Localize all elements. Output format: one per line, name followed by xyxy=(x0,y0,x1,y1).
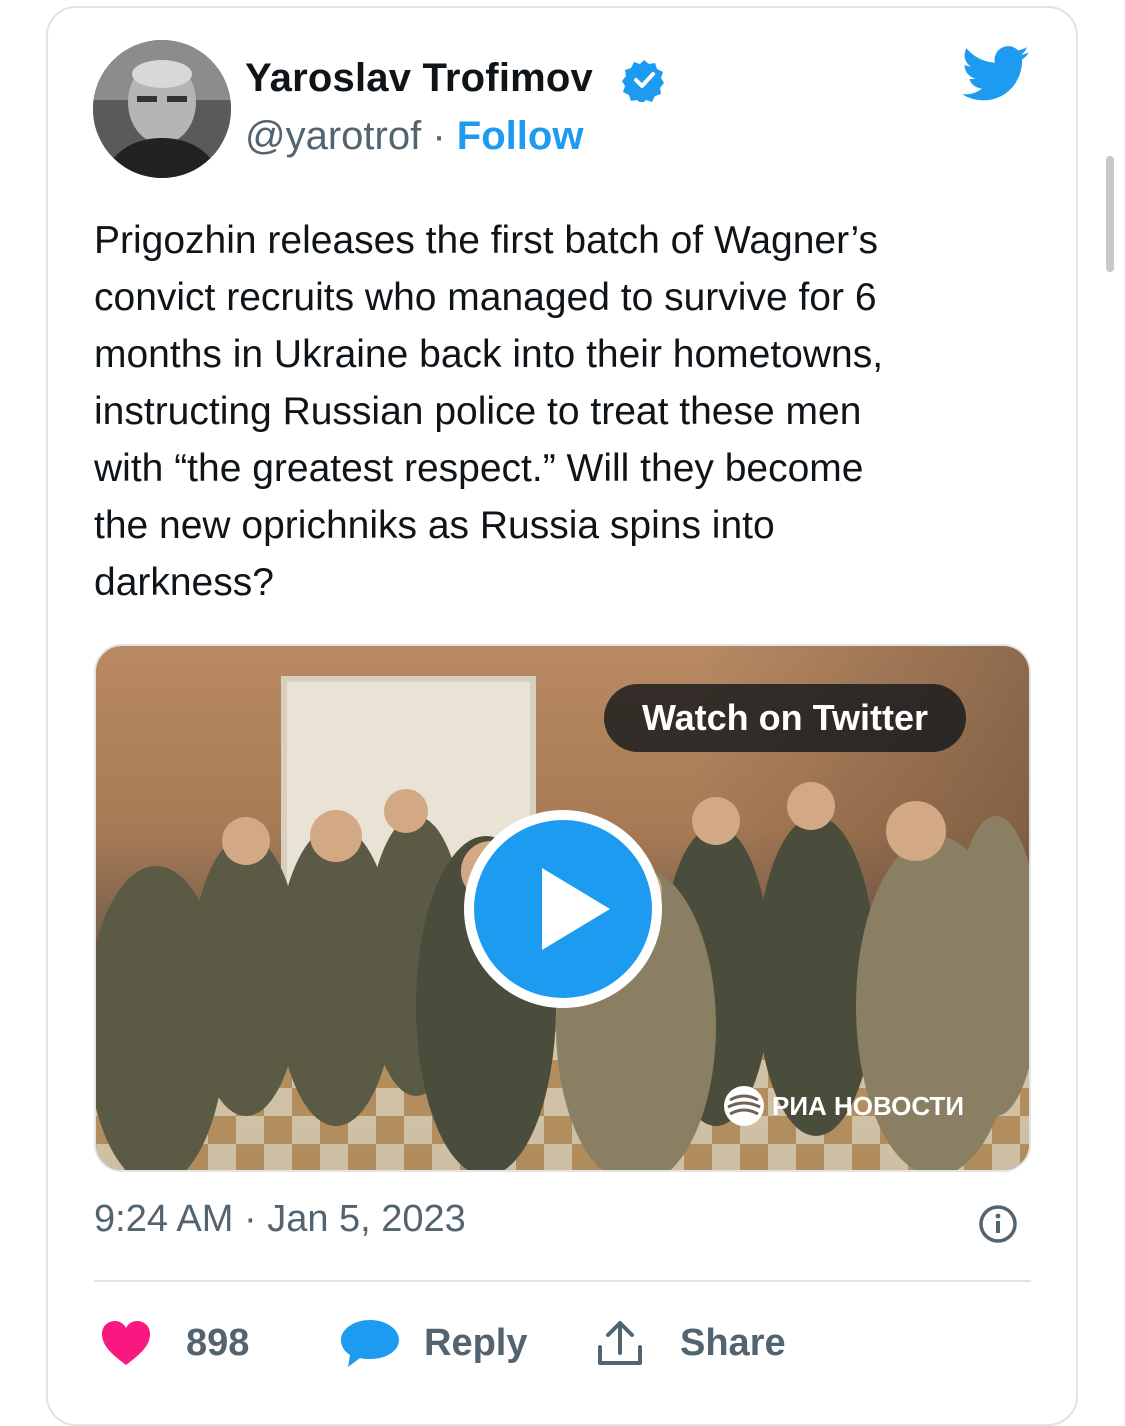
like-count: 898 xyxy=(186,1321,250,1364)
ria-watermark: РИА НОВОСТИ xyxy=(722,1084,964,1128)
reply-label: Reply xyxy=(424,1321,528,1364)
action-bar: 898 Reply Share xyxy=(94,1308,1031,1378)
reply-bubble-icon xyxy=(341,1320,399,1367)
share-label: Share xyxy=(680,1321,786,1364)
reply-button[interactable]: Reply xyxy=(338,1308,527,1378)
handle-row: @yarotrof · Follow xyxy=(245,114,583,159)
watch-on-twitter-button[interactable]: Watch on Twitter xyxy=(604,684,966,752)
divider xyxy=(94,1280,1031,1282)
verified-badge-icon xyxy=(622,60,664,102)
watermark-text: РИА НОВОСТИ xyxy=(772,1090,965,1121)
follow-button[interactable]: Follow xyxy=(457,114,584,158)
play-button[interactable] xyxy=(464,810,662,1008)
heart-icon xyxy=(102,1321,150,1365)
author-handle[interactable]: @yarotrof xyxy=(245,114,421,158)
twitter-bird-icon[interactable] xyxy=(962,44,1030,104)
avatar[interactable] xyxy=(93,40,231,178)
video-thumbnail[interactable]: Watch on Twitter РИА НОВОСТИ xyxy=(94,644,1031,1172)
scrollbar[interactable] xyxy=(1106,156,1114,272)
info-icon[interactable] xyxy=(978,1204,1018,1244)
author-name[interactable]: Yaroslav Trofimov xyxy=(245,56,593,101)
like-button[interactable]: 898 xyxy=(100,1308,249,1378)
handle-separator: · xyxy=(432,114,446,158)
tweet-text: Prigozhin releases the first batch of Wa… xyxy=(94,219,884,604)
ria-logo-icon xyxy=(724,1086,764,1126)
share-icon xyxy=(598,1321,642,1365)
tweet-timestamp[interactable]: 9:24 AM · Jan 5, 2023 xyxy=(94,1198,466,1241)
play-icon xyxy=(542,868,610,950)
share-button[interactable]: Share xyxy=(594,1308,786,1378)
